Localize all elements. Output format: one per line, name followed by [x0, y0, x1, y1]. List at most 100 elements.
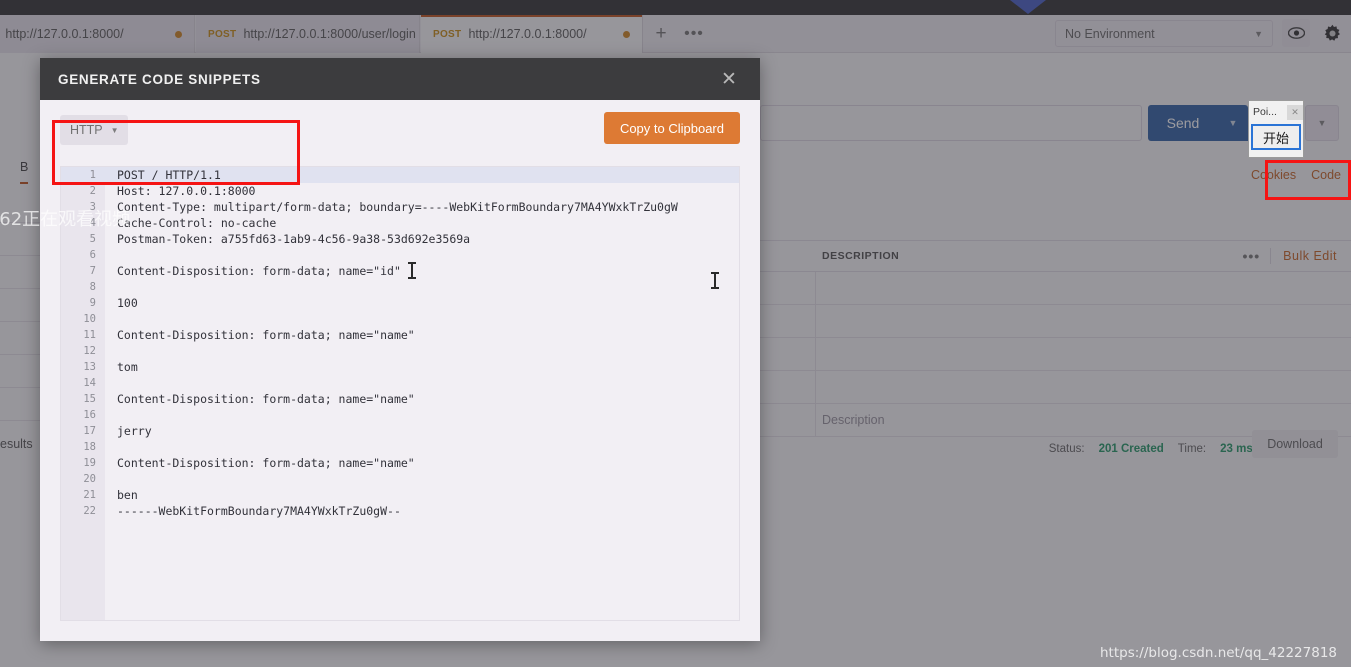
settings-button[interactable]	[1318, 19, 1346, 47]
time-label: Time:	[1177, 443, 1207, 455]
code-line: 22 ------WebKitFormBoundary7MA4YWxkTrZu0g…	[61, 503, 739, 519]
code-line: 7 Content-Disposition: form-data; name="i…	[61, 263, 739, 279]
window-titlebar	[0, 0, 1351, 15]
screenshot-root: T http://127.0.0.1:8000/ POST http://127…	[0, 0, 1351, 667]
code-line: 10	[61, 311, 739, 327]
code-line-text: Postman-Token: a755fd63-1ab9-4c56-9a38-5…	[117, 232, 471, 246]
external-popup-window[interactable]: Poi... ✕ 开始	[1248, 100, 1304, 158]
code-link[interactable]: Code	[1311, 168, 1341, 182]
code-lines-container: 1 POST / HTTP/1.1 2 Host: 127.0.0.1:8000 3 Co…	[61, 167, 739, 519]
response-results-label: esults	[0, 437, 33, 451]
code-line: 16	[61, 407, 739, 423]
time-value: 23 ms	[1220, 443, 1253, 455]
code-line-text: ben	[117, 488, 138, 502]
environment-selector[interactable]: No Environment ▼	[1055, 20, 1273, 47]
code-line: 11 Content-Disposition: form-data; name="…	[61, 327, 739, 343]
status-value: 201 Created	[1098, 443, 1164, 455]
code-line-number: 21	[83, 489, 96, 501]
code-line: 19 Content-Disposition: form-data; name="…	[61, 455, 739, 471]
environment-selector-label: No Environment	[1065, 26, 1155, 41]
code-line-text: Host: 127.0.0.1:8000	[117, 184, 256, 198]
language-select[interactable]: HTTP ▼	[60, 115, 128, 145]
watermark-left: 2278562正在观看视频	[0, 209, 131, 230]
tab-overflow-menu-button[interactable]: •••	[678, 15, 710, 53]
request-tab-3[interactable]: POST http://127.0.0.1:8000/	[421, 15, 643, 53]
code-line-text: POST / HTTP/1.1	[117, 168, 221, 182]
text-cursor-icon	[711, 272, 719, 289]
code-line: 6	[61, 247, 739, 263]
copy-to-clipboard-button[interactable]: Copy to Clipboard	[603, 112, 740, 144]
code-line-number: 6	[89, 249, 96, 261]
language-select-label: HTTP	[70, 123, 103, 137]
environment-quick-look-button[interactable]	[1282, 19, 1310, 47]
column-header-description: DESCRIPTION	[822, 250, 900, 262]
tab-method-label: POST	[208, 28, 237, 40]
code-line: 1 POST / HTTP/1.1	[61, 167, 739, 183]
code-line-number: 19	[83, 457, 96, 469]
code-line-number: 5	[89, 233, 96, 245]
new-tab-button[interactable]: +	[646, 15, 676, 53]
modal-header: GENERATE CODE SNIPPETS ✕	[40, 58, 760, 100]
table-row[interactable]	[760, 272, 1351, 305]
send-options-caret[interactable]: ▼	[1218, 105, 1248, 141]
close-icon[interactable]: ✕	[716, 66, 742, 92]
request-url-input[interactable]	[760, 105, 1142, 141]
code-line: 2 Host: 127.0.0.1:8000	[61, 183, 739, 199]
request-utility-links: Cookies Code	[1251, 168, 1341, 182]
download-button[interactable]: Download	[1252, 430, 1338, 458]
table-row[interactable]	[760, 371, 1351, 404]
table-row[interactable]	[760, 305, 1351, 338]
code-line-number: 17	[83, 425, 96, 437]
code-line-number: 7	[89, 265, 96, 277]
code-snippet-panel[interactable]: 1 POST / HTTP/1.1 2 Host: 127.0.0.1:8000 3 Co…	[60, 166, 740, 621]
code-line-number: 16	[83, 409, 96, 421]
popup-title-label: Poi...	[1253, 106, 1277, 118]
code-line-text: 100	[117, 296, 138, 310]
code-line-number: 22	[83, 505, 96, 517]
code-line-text: Content-Disposition: form-data; name="na…	[117, 392, 415, 406]
tab-url-label: http://127.0.0.1:8000/user/login	[243, 27, 416, 41]
popup-start-button[interactable]: 开始	[1251, 124, 1301, 150]
description-placeholder: Description	[822, 413, 885, 427]
code-line: 12	[61, 343, 739, 359]
code-line-number: 12	[83, 345, 96, 357]
code-line: 14	[61, 375, 739, 391]
code-line: 15 Content-Disposition: form-data; name="…	[61, 391, 739, 407]
table-row[interactable]	[760, 338, 1351, 371]
cookies-link[interactable]: Cookies	[1251, 168, 1296, 182]
code-line-text: Content-Type: multipart/form-data; bound…	[117, 200, 678, 214]
request-tab-2[interactable]: POST http://127.0.0.1:8000/user/login	[196, 15, 420, 53]
code-line-number: 15	[83, 393, 96, 405]
tab-url-label: http://127.0.0.1:8000/	[5, 27, 124, 41]
code-line: 18	[61, 439, 739, 455]
table-options-button[interactable]: •••	[1242, 248, 1272, 264]
gear-icon	[1324, 24, 1340, 41]
close-icon[interactable]: ✕	[1287, 104, 1303, 120]
code-line-text: Content-Disposition: form-data; name="na…	[117, 456, 415, 470]
code-line-number: 9	[89, 297, 96, 309]
code-line-number: 13	[83, 361, 96, 373]
unsaved-dot-icon	[623, 30, 630, 38]
code-line-text: tom	[117, 360, 138, 374]
code-line-number: 20	[83, 473, 96, 485]
code-line: 8	[61, 279, 739, 295]
code-line-text: Cache-Control: no-cache	[117, 216, 277, 230]
code-line: 3 Content-Type: multipart/form-data; boun…	[61, 199, 739, 215]
send-button[interactable]: Send	[1148, 105, 1218, 141]
chevron-down-icon: ▼	[110, 125, 119, 135]
code-line-text: jerry	[117, 424, 152, 438]
tab-body[interactable]: B	[20, 160, 29, 184]
request-tab-1[interactable]: T http://127.0.0.1:8000/	[0, 15, 195, 53]
bulk-edit-link[interactable]: Bulk Edit	[1271, 249, 1351, 263]
save-options-caret[interactable]: ▼	[1305, 105, 1339, 141]
tab-method-label: POST	[433, 28, 462, 40]
code-line-text: Content-Disposition: form-data; name="id…	[117, 264, 401, 278]
code-line-number: 14	[83, 377, 96, 389]
code-line-text: ------WebKitFormBoundary7MA4YWxkTrZu0gW-…	[117, 504, 401, 518]
